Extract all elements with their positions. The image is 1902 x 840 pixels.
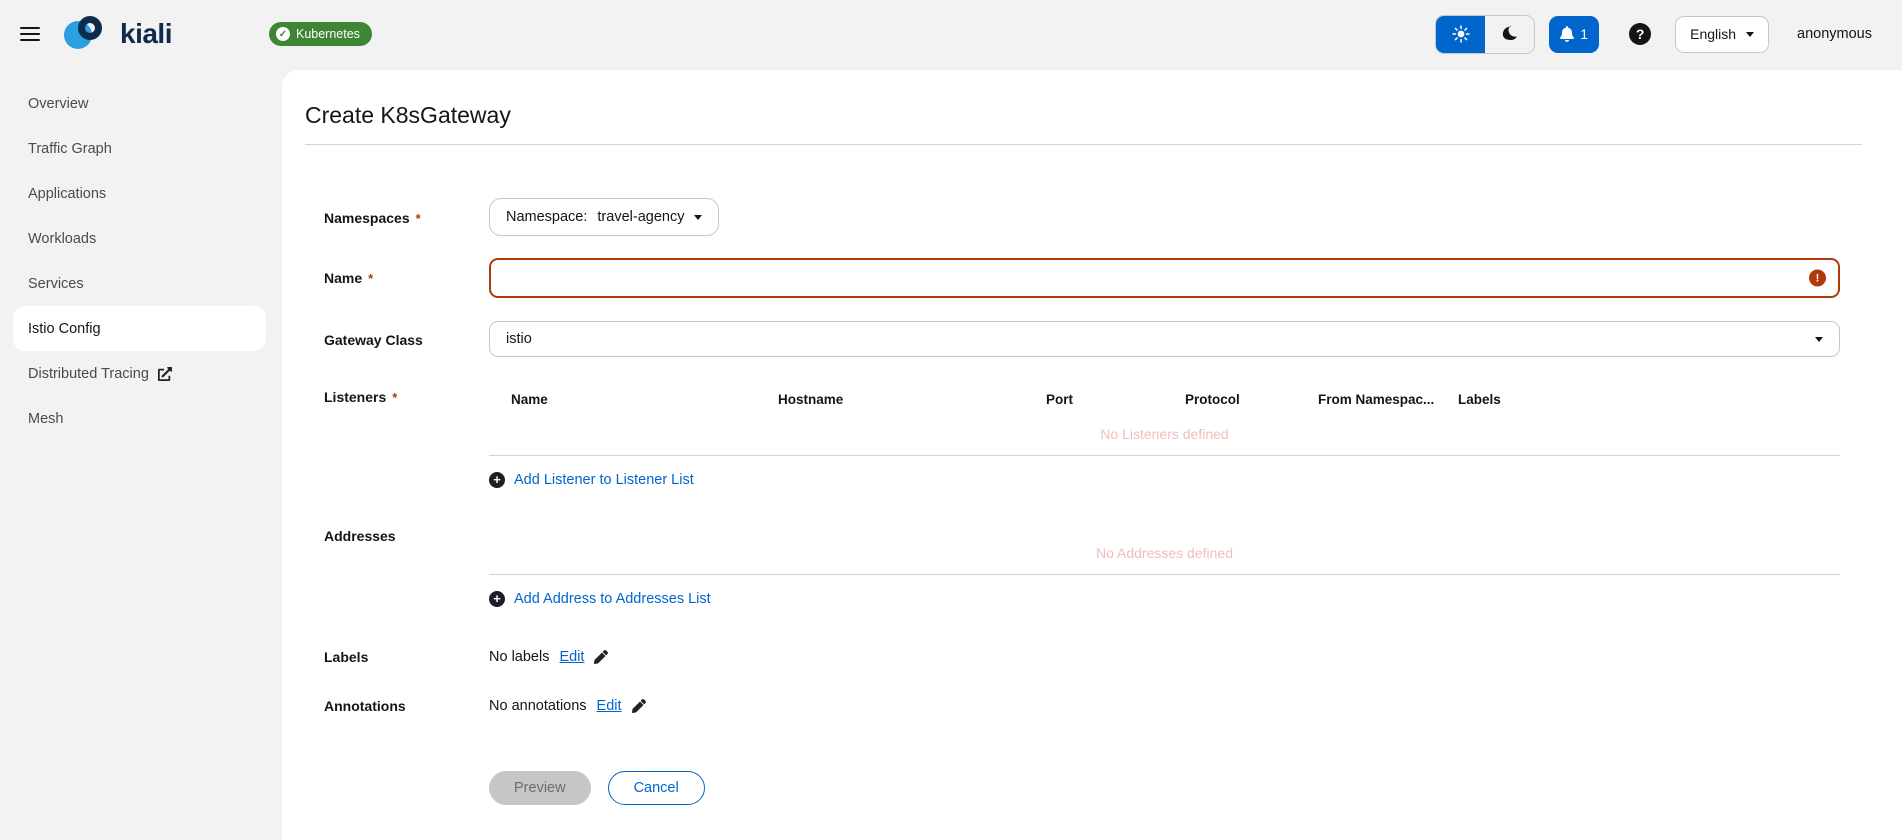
sun-icon [1451,25,1470,43]
create-k8sgateway-form: Namespaces * Namespace: travel-agency Nam… [324,198,1840,805]
sidebar-item-overview[interactable]: Overview [0,81,279,126]
language-label: English [1690,26,1737,42]
col-name: Name [511,392,548,407]
external-link-icon [157,366,172,381]
form-actions: Preview Cancel [324,771,1840,805]
divider [489,574,1840,575]
annotations-label: Annotations [324,698,406,714]
labels-empty-text: No labels [489,649,550,665]
annotations-row: Annotations No annotations Edit [324,696,1840,716]
namespace-dropdown-value: travel-agency [597,209,685,225]
col-labels: Labels [1458,392,1501,407]
error-exclamation-icon: ! [1809,269,1826,287]
main-area: Create K8sGateway Namespaces * Namespace:… [279,68,1902,840]
name-row: Name * ! [324,258,1840,298]
gateway-class-row: Gateway Class istio [324,321,1840,357]
annotations-empty-text: No annotations [489,698,587,714]
sidebar: Overview Traffic Graph Applications Work… [0,68,279,840]
listeners-row: Listeners * Name Hostname Port Protocol F… [324,387,1840,490]
gateway-class-select[interactable]: istio [489,321,1840,357]
namespace-dropdown-prefix: Namespace: [506,209,588,225]
current-user: anonymous [1797,26,1872,42]
sidebar-item-traffic-graph[interactable]: Traffic Graph [0,126,279,171]
pencil-icon[interactable] [631,699,646,713]
theme-toggle [1435,14,1536,54]
masthead: kiali ✓ Kubernetes 1 ? English anonymous [0,0,1902,68]
required-asterisk: * [415,211,421,226]
sidebar-item-workloads[interactable]: Workloads [0,216,279,261]
check-circle-icon: ✓ [275,27,290,41]
sidebar-item-mesh[interactable]: Mesh [0,396,279,441]
bell-icon [1560,26,1575,42]
addresses-row: Addresses No Addresses defined + Add Add… [324,526,1840,609]
sidebar-item-services[interactable]: Services [0,261,279,306]
edit-labels-link[interactable]: Edit [559,649,584,665]
name-input[interactable] [489,258,1840,298]
listeners-empty-state: No Listeners defined [1100,426,1229,442]
light-theme-button[interactable] [1436,15,1486,53]
page-title: Create K8sGateway [305,102,511,128]
language-dropdown[interactable]: English [1675,15,1770,53]
chevron-down-icon [1746,31,1755,37]
col-from-namespace: From Namespac... [1318,392,1435,407]
namespaces-row: Namespaces * Namespace: travel-agency [324,198,1840,236]
col-protocol: Protocol [1185,392,1240,407]
sidebar-item-applications[interactable]: Applications [0,171,279,216]
pencil-icon[interactable] [594,650,609,664]
cluster-badge: ✓ Kubernetes [268,22,372,46]
chevron-down-icon [1815,336,1823,342]
addresses-empty-state: No Addresses defined [1096,545,1233,561]
addresses-label: Addresses [324,528,396,544]
plus-circle-icon: + [489,591,505,607]
nav-toggle-icon[interactable] [20,27,40,41]
labels-label: Labels [324,649,369,665]
gateway-class-label: Gateway Class [324,332,423,348]
brand-name: kiali [120,18,172,49]
sidebar-item-istio-config[interactable]: Istio Config [13,306,266,351]
chevron-down-icon [694,214,703,220]
divider [489,455,1840,456]
namespace-dropdown[interactable]: Namespace: travel-agency [489,198,720,236]
namespaces-label: Namespaces * [324,210,421,226]
notifications-button[interactable]: 1 [1549,15,1600,53]
col-port: Port [1046,392,1073,407]
question-icon: ? [1635,26,1645,42]
plus-circle-icon: + [489,472,505,488]
labels-row: Labels No labels Edit [324,647,1840,667]
gateway-class-value: istio [506,331,532,347]
listeners-table-header: Name Hostname Port Protocol From Namespa… [489,387,1840,410]
cancel-button[interactable]: Cancel [607,771,705,805]
preview-button[interactable]: Preview [489,771,591,805]
notifications-count: 1 [1580,26,1588,42]
add-address-link[interactable]: + Add Address to Addresses List [489,589,711,609]
kiali-logo[interactable]: kiali [62,13,172,55]
kiali-logo-icon [62,13,116,55]
listeners-label: Listeners * [324,389,398,405]
moon-icon [1502,26,1518,42]
edit-annotations-link[interactable]: Edit [597,698,622,714]
content-card: Create K8sGateway Namespaces * Namespace:… [282,70,1902,840]
required-asterisk: * [392,390,398,405]
add-listener-link[interactable]: + Add Listener to Listener List [489,470,694,490]
dark-theme-button[interactable] [1485,15,1535,53]
col-hostname: Hostname [778,392,844,407]
name-label: Name * [324,270,374,286]
title-divider [305,144,1862,145]
required-asterisk: * [368,271,374,286]
cluster-badge-label: Kubernetes [295,27,360,41]
help-button[interactable]: ? [1629,23,1652,45]
sidebar-item-distributed-tracing[interactable]: Distributed Tracing [0,351,279,396]
